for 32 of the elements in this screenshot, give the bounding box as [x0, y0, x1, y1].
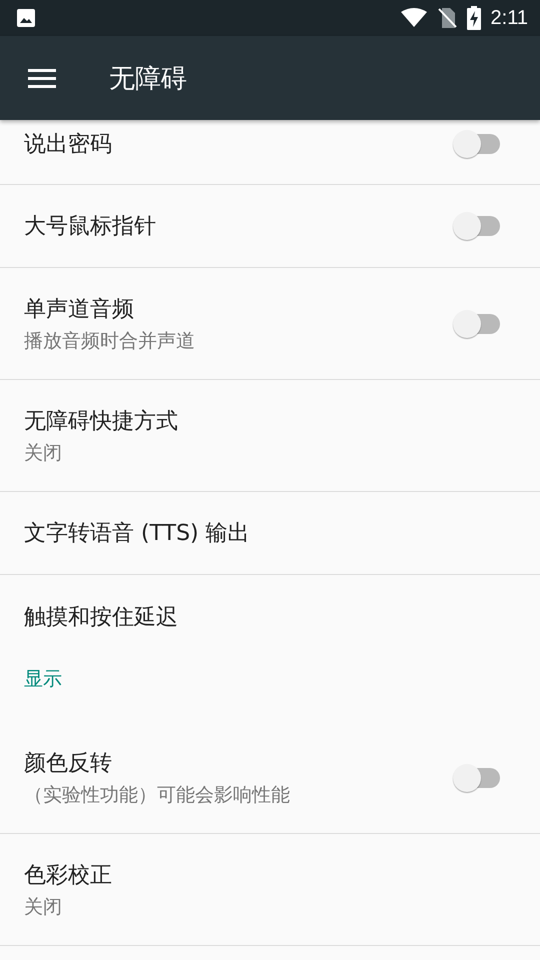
image-icon [16, 8, 36, 28]
settings-item[interactable]: 单声道音频 播放音频时合并声道 [0, 268, 540, 380]
settings-item[interactable]: 无障碍快捷方式 关闭 [0, 380, 540, 492]
setting-title: 色彩校正 [24, 862, 112, 890]
toggle-switch[interactable] [452, 211, 502, 241]
setting-summary: 关闭 [24, 440, 63, 466]
battery-charging-icon [466, 6, 481, 30]
setting-title: 单声道音频 [24, 296, 135, 324]
settings-item[interactable]: 色彩校正 关闭 [0, 834, 540, 946]
setting-summary: （实验性功能）可能会影响性能 [24, 782, 290, 808]
toggle-switch[interactable] [452, 762, 502, 792]
settings-item[interactable]: 触摸和按住延迟 [0, 575, 540, 658]
setting-title: 颜色反转 [24, 750, 113, 778]
settings-item[interactable]: 大号鼠标指针 [0, 185, 540, 268]
setting-summary: 关闭 [24, 894, 63, 920]
clock-time: 2:11 [490, 6, 528, 30]
setting-summary: 播放音频时合并声道 [24, 328, 195, 354]
setting-title: 无障碍快捷方式 [24, 408, 178, 436]
no-sim-icon [436, 7, 457, 29]
setting-title: 说出密码 [24, 131, 112, 159]
settings-item[interactable]: 说出密码 [0, 120, 540, 185]
settings-item[interactable]: 颜色反转 （实验性功能）可能会影响性能 [0, 722, 540, 834]
toggle-switch[interactable] [452, 129, 502, 159]
screen-title: 无障碍 [109, 62, 187, 96]
setting-title: 触摸和按住延迟 [24, 604, 178, 632]
menu-icon[interactable] [28, 68, 56, 88]
setting-title: 文字转语音 (TTS) 输出 [24, 520, 250, 548]
category-header: 显示 [23, 667, 63, 692]
settings-item[interactable]: 文字转语音 (TTS) 输出 [0, 492, 540, 575]
setting-title: 大号鼠标指针 [24, 213, 156, 241]
wifi-icon [400, 8, 427, 28]
toggle-switch[interactable] [452, 308, 502, 338]
